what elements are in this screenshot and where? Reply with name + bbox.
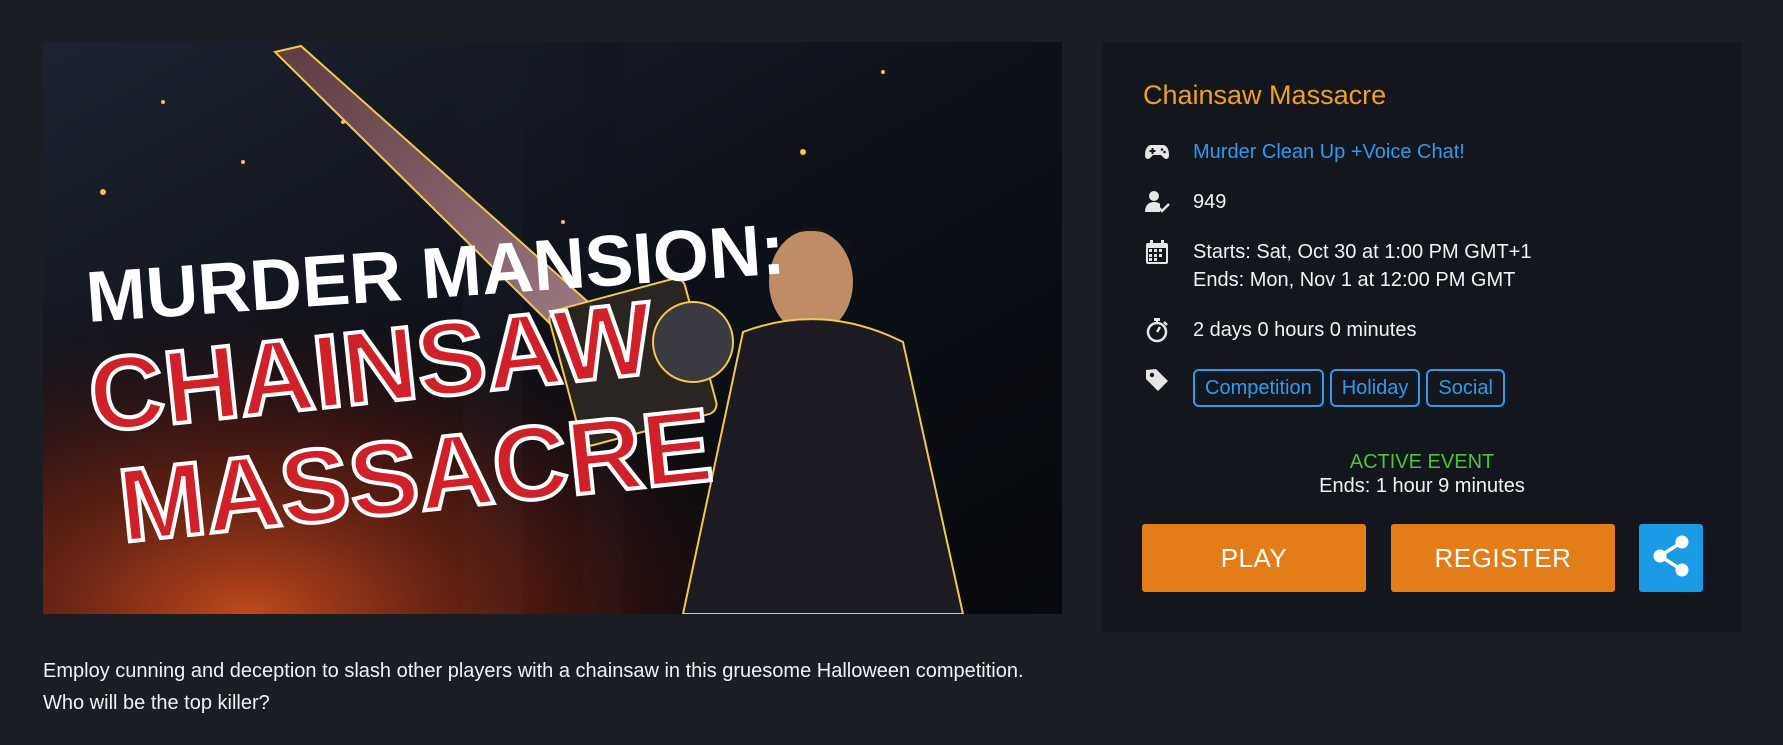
active-event-label: ACTIVE EVENT — [1349, 451, 1495, 473]
event-duration: 2 days 0 hours 0 minutes — [1193, 319, 1417, 341]
tag-competition[interactable]: Competition — [1193, 369, 1324, 407]
tag-holiday[interactable]: Holiday — [1329, 369, 1421, 407]
register-button[interactable]: REGISTER — [1391, 524, 1615, 592]
gamepad-icon — [1143, 138, 1171, 166]
event-start: Starts: Sat, Oct 30 at 1:00 PM GMT+1 — [1193, 241, 1532, 263]
registered-row: 949 — [1143, 188, 1226, 216]
description-line-1: Employ cunning and deception to slash ot… — [43, 660, 1024, 682]
event-description: Employ cunning and deception to slash ot… — [43, 655, 1103, 719]
game-link[interactable]: Murder Clean Up +Voice Chat! — [1193, 138, 1465, 166]
tags-icon-holder — [1143, 366, 1171, 394]
tag-list: Competition Holiday Social — [1193, 369, 1505, 407]
dates-row: Starts: Sat, Oct 30 at 1:00 PM GMT+1 End… — [1143, 238, 1531, 291]
event-banner-image: MURDER MANSION: CHAINSAW MASSACRE — [43, 42, 1062, 614]
tag-icon — [1143, 366, 1171, 394]
event-info-panel: Chainsaw Massacre Murder Clean Up +Voice… — [1102, 42, 1742, 632]
calendar-icon — [1143, 238, 1171, 266]
play-button[interactable]: PLAY — [1142, 524, 1366, 592]
tag-social[interactable]: Social — [1426, 369, 1505, 407]
event-title: Chainsaw Massacre — [1143, 80, 1387, 110]
description-line-2: Who will be the top killer? — [43, 692, 270, 714]
duration-row: 2 days 0 hours 0 minutes — [1143, 316, 1416, 344]
game-row: Murder Clean Up +Voice Chat! — [1143, 138, 1465, 166]
banner-artwork: MURDER MANSION: CHAINSAW MASSACRE — [43, 42, 1062, 614]
share-button[interactable] — [1639, 524, 1703, 592]
registered-count: 949 — [1193, 191, 1227, 213]
event-ends-countdown: Ends: 1 hour 9 minutes — [1319, 475, 1525, 497]
stopwatch-icon — [1143, 316, 1171, 344]
user-check-icon — [1143, 188, 1171, 216]
event-status: ACTIVE EVENT Ends: 1 hour 9 minutes — [1102, 450, 1742, 498]
event-end: Ends: Mon, Nov 1 at 12:00 PM GMT — [1193, 269, 1516, 291]
share-icon — [1651, 534, 1691, 583]
